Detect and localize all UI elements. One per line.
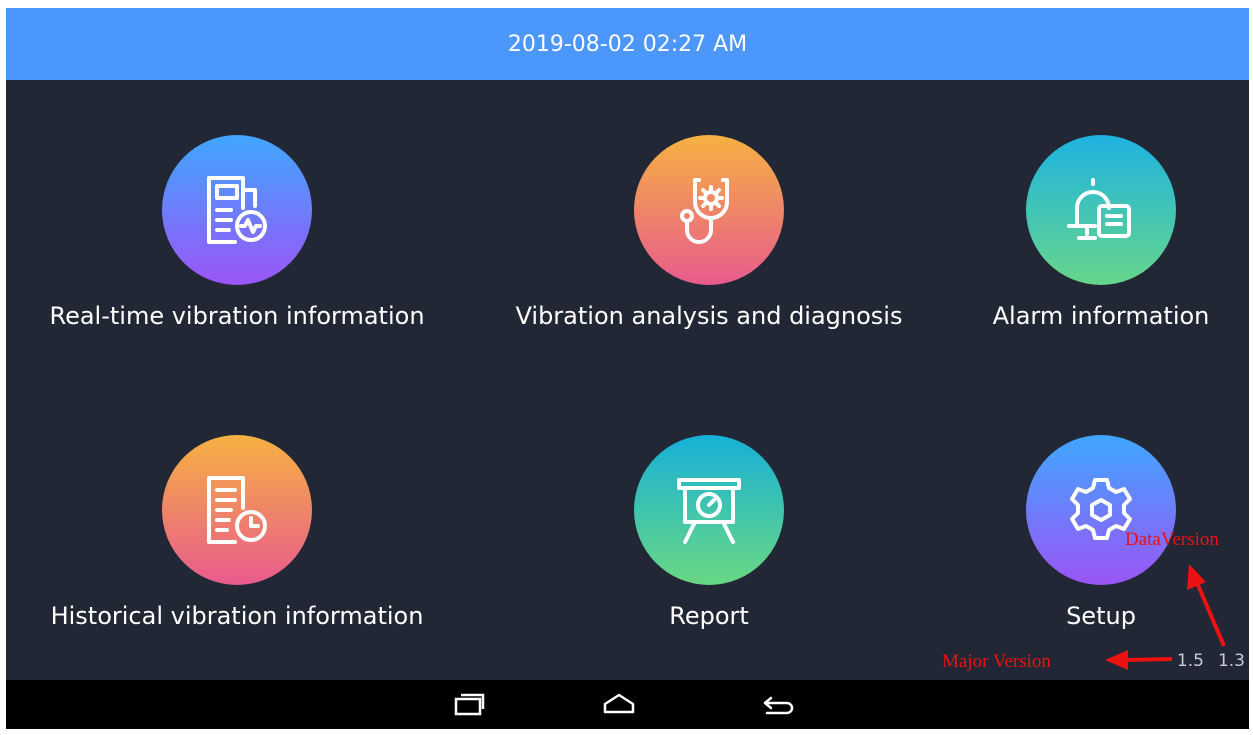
presentation-gauge-icon[interactable] (634, 435, 784, 585)
menu-label-realtime: Real-time vibration information (49, 302, 425, 330)
version-info: 1.5 1.3 (1177, 651, 1245, 671)
home-icon[interactable] (599, 689, 639, 719)
data-version-value: 1.3 (1217, 651, 1245, 671)
bell-list-icon[interactable] (1026, 135, 1176, 285)
data-version-annotation: DataVersion (1125, 529, 1219, 550)
device-screen: 2019-08-02 02:27 AM Real-time vibration … (6, 8, 1249, 729)
menu-label-analysis: Vibration analysis and diagnosis (515, 302, 903, 330)
major-version-annotation: Major Version (942, 651, 1051, 672)
menu-label-setup: Setup (1066, 602, 1136, 630)
navigation-bar (6, 680, 1249, 729)
document-clock-icon[interactable] (162, 435, 312, 585)
menu-label-alarm: Alarm information (992, 302, 1210, 330)
back-icon[interactable] (759, 689, 799, 719)
document-pulse-icon[interactable] (162, 135, 312, 285)
stethoscope-gear-icon[interactable] (634, 135, 784, 285)
gear-hexagon-icon[interactable] (1026, 435, 1176, 585)
status-bar: 2019-08-02 02:27 AM (6, 8, 1249, 80)
menu-label-historical: Historical vibration information (50, 602, 424, 630)
menu-label-report: Report (669, 602, 749, 630)
major-version-value: 1.5 (1176, 651, 1204, 671)
recent-apps-icon[interactable] (449, 689, 489, 719)
datetime-label: 2019-08-02 02:27 AM (507, 31, 748, 57)
